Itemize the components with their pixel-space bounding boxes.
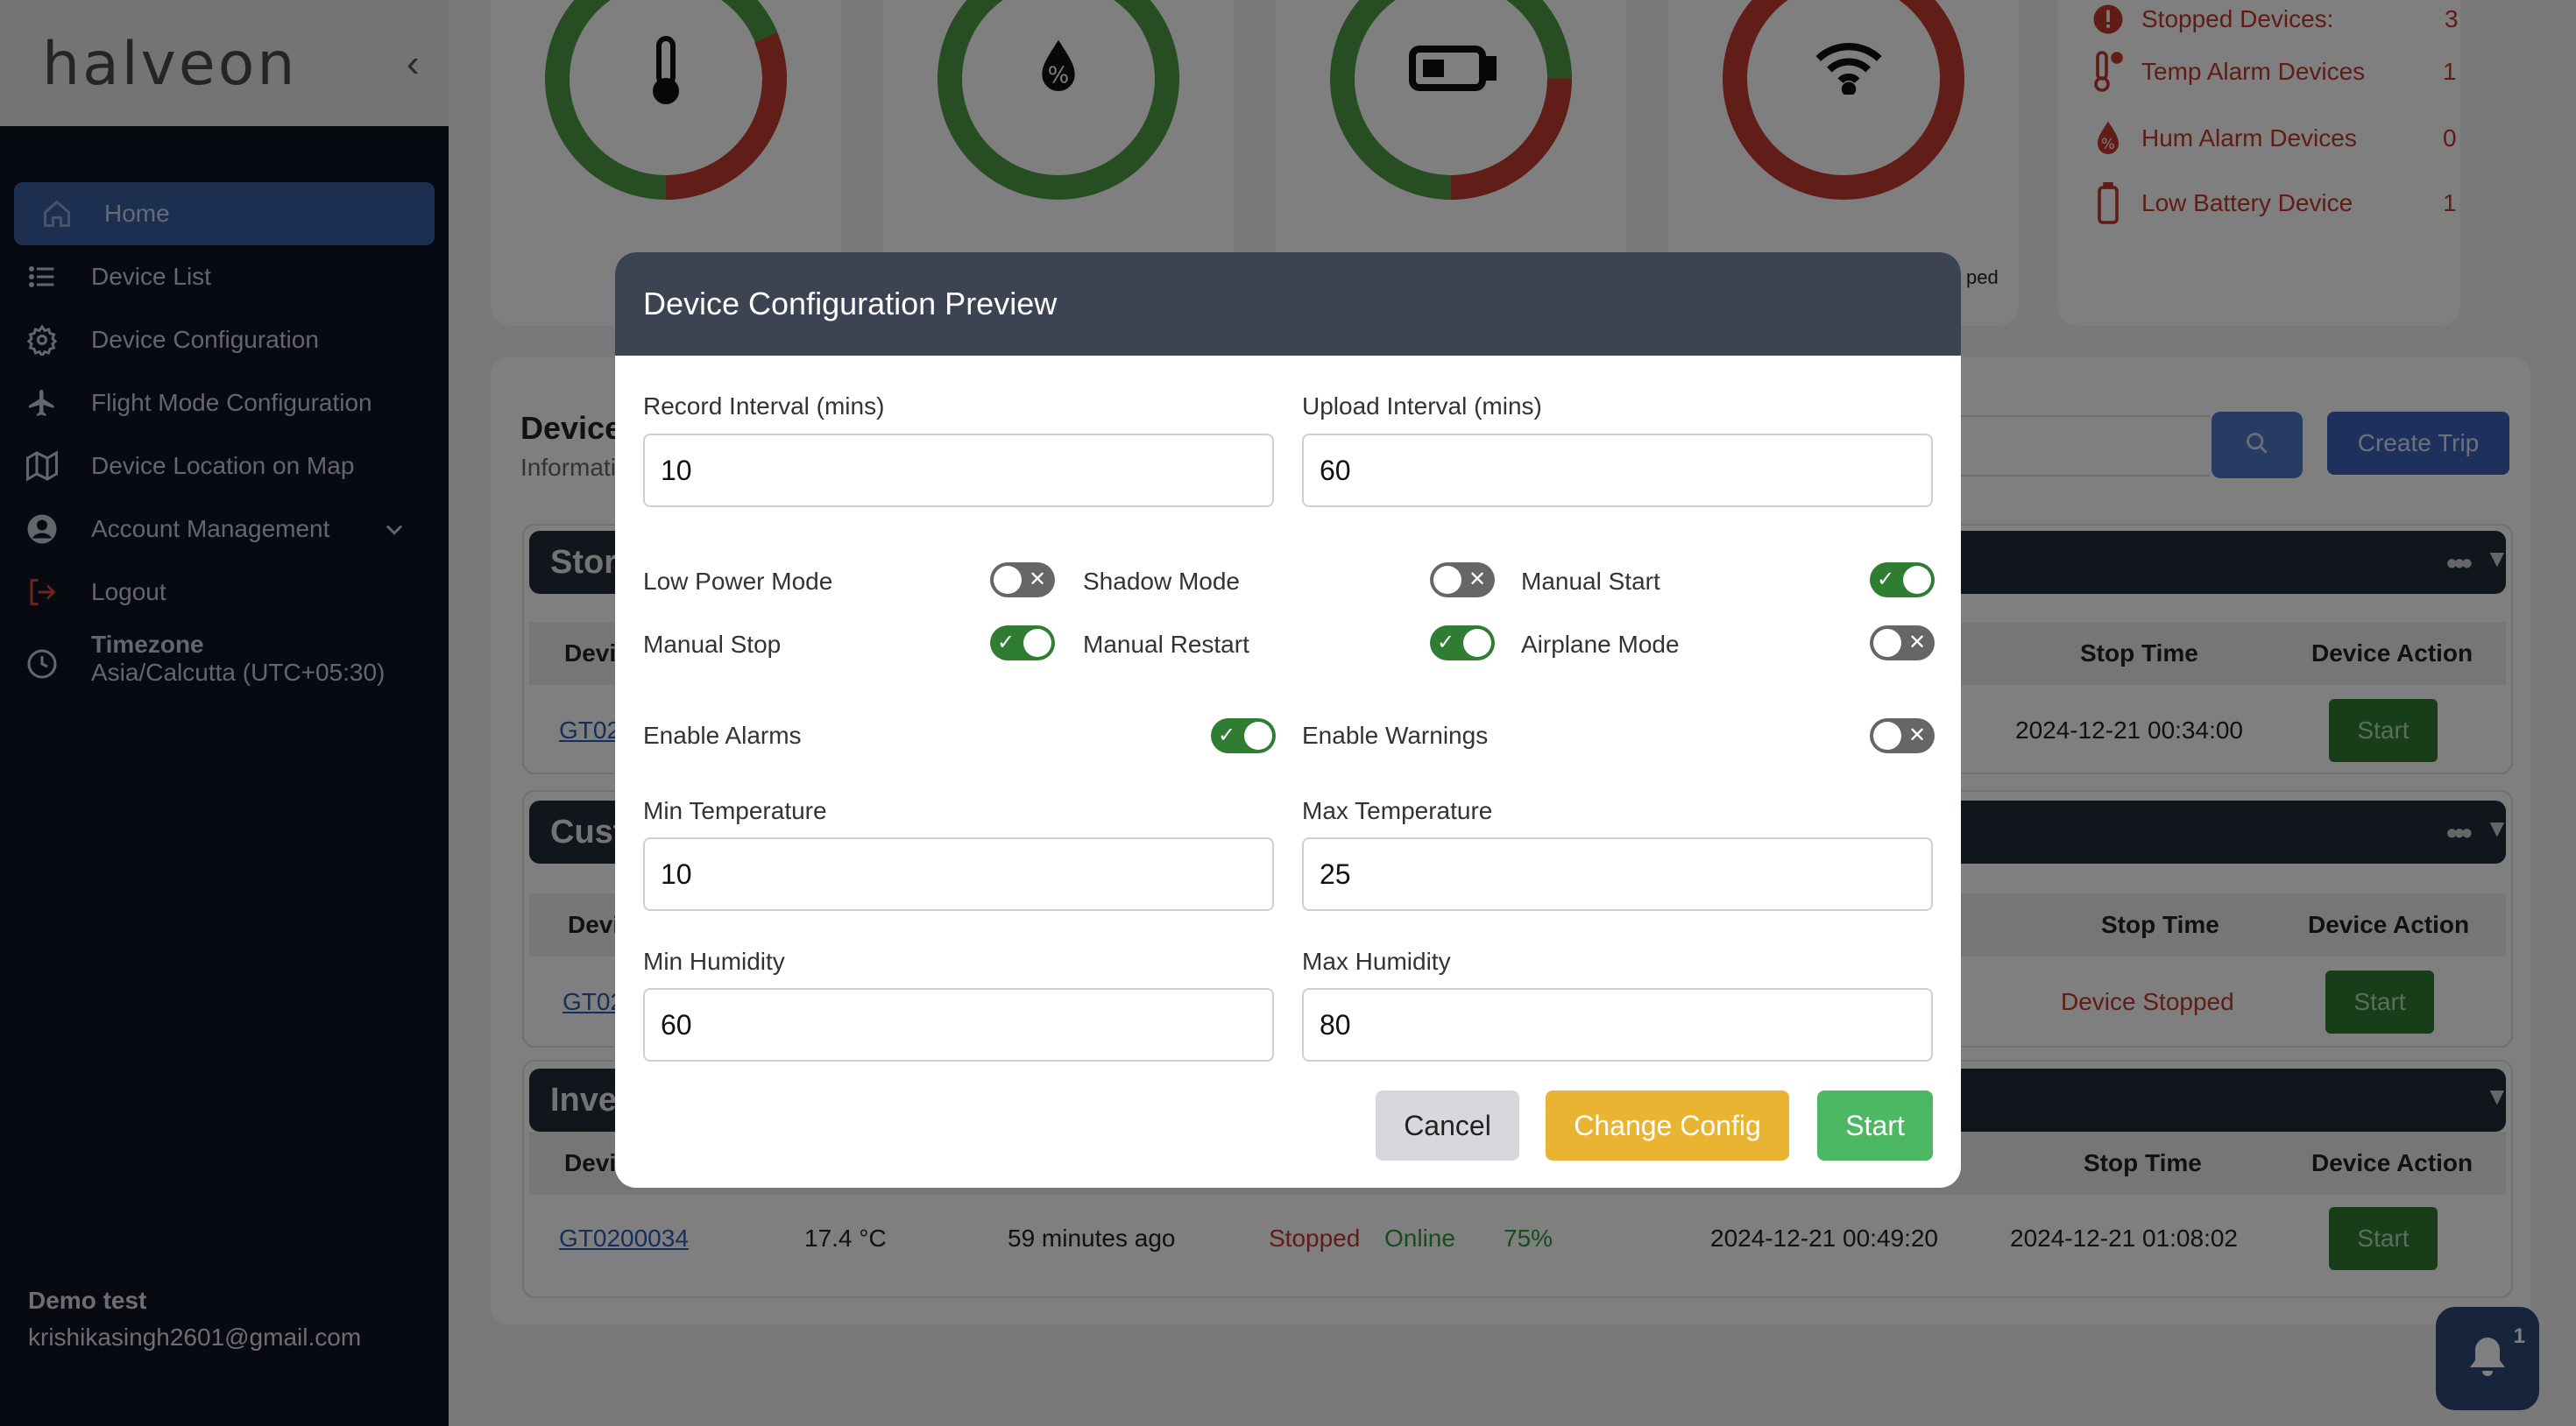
enable-alarms-toggle[interactable]: ✓ [1211,718,1276,753]
manual-start-toggle[interactable]: ✓ [1870,562,1935,597]
min-humidity-input[interactable]: 60 [643,988,1274,1062]
manual-stop-toggle[interactable]: ✓ [990,625,1055,660]
shadow-mode-label: Shadow Mode [1083,568,1241,595]
manual-restart-label: Manual Restart [1083,631,1249,658]
airplane-mode-toggle[interactable]: ✕ [1870,625,1935,660]
record-interval-label: Record Interval (mins) [643,392,885,420]
min-temperature-label: Min Temperature [643,797,827,824]
low-power-mode-label: Low Power Mode [643,568,833,595]
record-interval-input[interactable]: 10 [643,434,1274,507]
enable-warnings-toggle[interactable]: ✕ [1870,718,1935,753]
manual-stop-label: Manual Stop [643,631,782,658]
device-config-modal: Device Configuration Preview Record Inte… [615,252,1961,1188]
min-humidity-label: Min Humidity [643,948,785,975]
modal-title: Device Configuration Preview [643,286,1058,321]
max-temperature-input[interactable]: 25 [1302,837,1933,911]
modal-header: Device Configuration Preview [615,252,1961,356]
upload-interval-label: Upload Interval (mins) [1302,392,1542,420]
max-humidity-label: Max Humidity [1302,948,1451,975]
manual-start-label: Manual Start [1521,568,1660,595]
change-config-button[interactable]: Change Config [1546,1091,1789,1161]
shadow-mode-toggle[interactable]: ✕ [1430,562,1495,597]
min-temperature-input[interactable]: 10 [643,837,1274,911]
low-power-mode-toggle[interactable]: ✕ [990,562,1055,597]
upload-interval-input[interactable]: 60 [1302,434,1933,507]
max-humidity-input[interactable]: 80 [1302,988,1933,1062]
enable-alarms-label: Enable Alarms [643,722,802,749]
airplane-mode-label: Airplane Mode [1521,631,1680,658]
cancel-button[interactable]: Cancel [1376,1091,1519,1161]
enable-warnings-label: Enable Warnings [1302,722,1489,749]
max-temperature-label: Max Temperature [1302,797,1493,824]
start-button[interactable]: Start [1817,1091,1933,1161]
manual-restart-toggle[interactable]: ✓ [1430,625,1495,660]
